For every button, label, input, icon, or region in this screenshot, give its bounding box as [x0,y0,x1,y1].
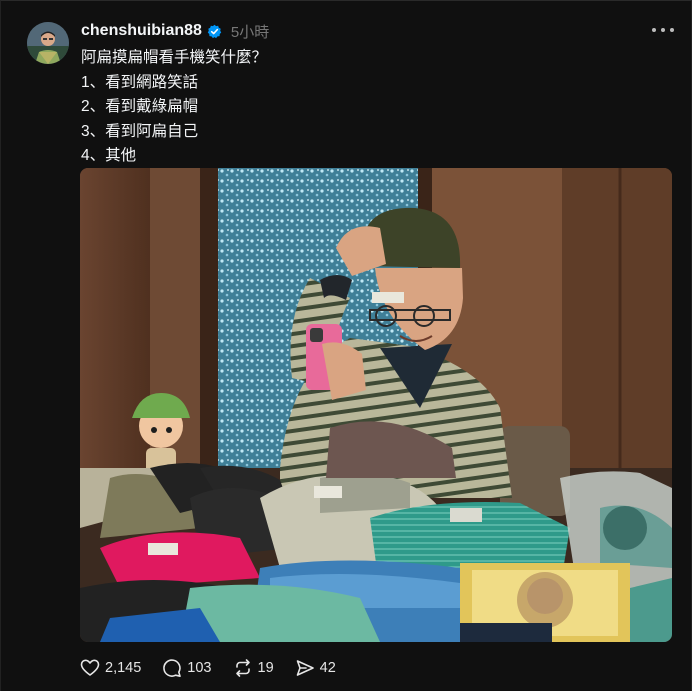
more-dot [670,28,674,32]
post-text-line: 1、看到網路笑話 [81,73,199,91]
threads-post: chenshuibian88 5小時 阿扁摸扁帽看手機笑什麼？ 1、看到網路笑話… [0,0,692,691]
post-header: chenshuibian88 5小時 [81,21,269,41]
post-time: 5小時 [230,23,270,41]
avatar-image [27,22,69,64]
share-button[interactable]: 42 [295,658,336,678]
avatar[interactable] [27,22,69,64]
comment-icon [163,659,182,677]
post-text: 阿扁摸扁帽看手機笑什麼？ 1、看到網路笑話 2、看到戴綠扁帽 3、看到阿扁自己 … [81,46,267,169]
post-text-line: 阿扁摸扁帽看手機笑什麼？ [81,49,268,66]
verified-badge-icon [207,24,222,38]
heart-icon [80,659,100,676]
like-count: 2,145 [105,660,142,676]
post-photo[interactable] [80,168,672,642]
share-icon [296,660,314,676]
repost-icon [235,659,250,677]
post-text-line: 4、其他 [81,147,137,164]
like-button[interactable]: 2,145 [80,658,141,678]
share-count: 42 [319,660,336,676]
username[interactable]: chenshuibian88 [81,22,202,40]
comment-button[interactable]: 103 [162,658,212,678]
more-dot [661,28,665,32]
action-bar: 2,145 103 19 42 [80,658,357,678]
more-options-icon[interactable] [652,21,674,39]
photo-image [80,168,672,642]
repost-button[interactable]: 19 [233,658,274,678]
comment-count: 103 [187,660,212,676]
post-text-line: 3、看到阿扁自己 [81,122,199,140]
post-text-line: 2、看到戴綠扁帽 [81,98,199,115]
repost-count: 19 [257,660,274,676]
more-dot [652,28,656,32]
